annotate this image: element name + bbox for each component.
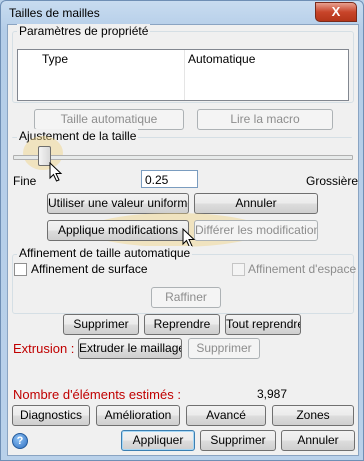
cancel-adjust-button[interactable]: Annuler (194, 193, 318, 214)
extrusion-label: Extrusion : (13, 341, 75, 356)
properties-legend: Paramètres de propriété (17, 24, 151, 38)
size-slider-track[interactable] (13, 155, 353, 160)
auto-size-button[interactable]: Taille automatique (34, 109, 184, 130)
help-icon[interactable]: ? (12, 433, 28, 449)
footer-delete-button[interactable]: Supprimer (200, 430, 276, 451)
redo-all-button[interactable]: Tout reprendre (225, 314, 301, 335)
window-title: Tailles de mailles (9, 6, 100, 20)
redo-button[interactable]: Reprendre (144, 314, 220, 335)
fine-label: Fine (13, 174, 37, 188)
column-type: Type (42, 52, 69, 66)
size-value-input[interactable]: 0.25 (141, 170, 198, 188)
column-automatic: Automatique (188, 52, 256, 66)
refine-button[interactable]: Raffiner (151, 287, 221, 308)
extrusion-delete-button[interactable]: Supprimer (188, 338, 260, 359)
diagnostics-button[interactable]: Diagnostics (12, 405, 90, 426)
mouse-cursor-icon (49, 162, 63, 182)
read-macro-button[interactable]: Lire la macro (197, 109, 333, 130)
space-refine-label: Affinement d'espace (248, 262, 357, 276)
surface-refine-label: Affinement de surface (31, 262, 148, 276)
dialog-client: Paramètres de propriété Type Automatique… (7, 24, 359, 456)
coarse-label: Grossière (306, 174, 359, 188)
mouse-cursor-icon (182, 228, 196, 248)
use-uniform-value-button[interactable]: Utiliser une valeur uniforme (47, 193, 189, 214)
apply-changes-button[interactable]: Applique modifications (47, 220, 189, 241)
auto-refine-legend: Affinement de taille automatique (17, 246, 193, 260)
window-frame: Tailles de mailles X Paramètres de propr… (0, 0, 364, 461)
properties-list[interactable]: Type Automatique (17, 49, 349, 101)
element-count-value: 3,987 (257, 387, 288, 401)
defer-changes-button[interactable]: Différer les modifications (194, 220, 318, 241)
advanced-button[interactable]: Avancé (186, 405, 266, 426)
improve-button[interactable]: Amélioration (96, 405, 180, 426)
delete-button[interactable]: Supprimer (63, 314, 139, 335)
surface-refine-checkbox[interactable] (14, 263, 27, 276)
close-button[interactable]: X (315, 2, 357, 22)
apply-button[interactable]: Appliquer (121, 430, 195, 451)
element-count-label: Nombre d'éléments estimés : (13, 387, 181, 402)
footer-cancel-button[interactable]: Annuler (281, 430, 355, 451)
space-refine-checkbox[interactable] (232, 263, 245, 276)
column-separator (184, 50, 185, 100)
extrude-mesh-button[interactable]: Extruder le maillage (78, 338, 182, 359)
zones-button[interactable]: Zones (272, 405, 354, 426)
